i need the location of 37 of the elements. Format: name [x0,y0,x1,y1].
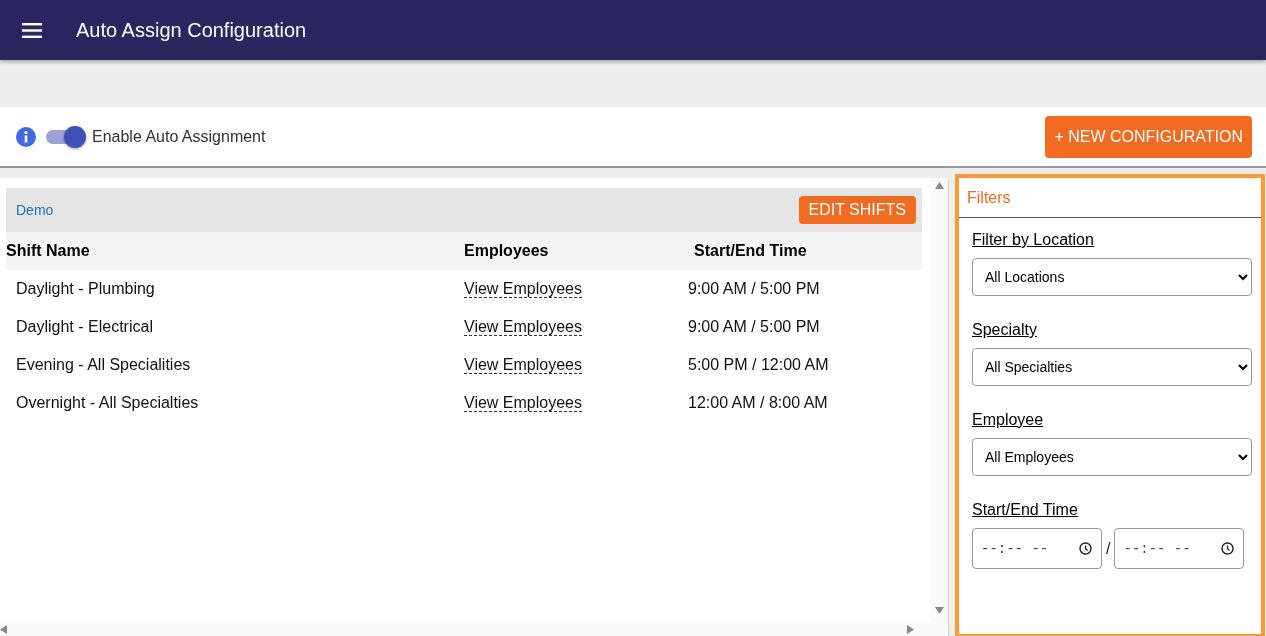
clock-icon[interactable] [1221,542,1235,555]
configuration-name: Demo [16,200,54,220]
scroll-down-icon[interactable] [934,607,944,614]
page-title: Auto Assign Configuration [76,18,307,42]
table-cell-text: 9:00 AM / 5:00 PM [688,279,820,299]
column-header: Employees [464,241,550,261]
filters-title: Filters [967,187,1011,208]
filter-dropdown[interactable]: All Locations [972,258,1252,296]
clock-icon[interactable] [1079,542,1092,555]
table-cell: Evening - All Specialities [16,356,191,373]
scroll-up-icon[interactable] [934,182,944,189]
filter-label: Start/End Time [972,500,1078,520]
view-employees-link[interactable]: View Employees [464,280,582,298]
scroll-right-icon[interactable] [907,624,914,634]
scroll-left-icon[interactable] [0,624,7,634]
toggle-label: Enable Auto Assignment [92,126,266,147]
table-cell: Daylight - Plumbing [16,280,155,297]
view-employees-link[interactable]: View Employees [464,318,582,336]
filter-label: Specialty [972,320,1037,340]
table-cell-text: 5:00 PM / 12:00 AM [688,355,829,375]
view-employees-link[interactable]: View Employees [464,356,582,374]
time-separator: / [1106,538,1111,559]
table-cell: Daylight - Electrical [16,318,153,335]
start-time-field[interactable]: --:-- -- [972,528,1102,569]
column-header: Start/End Time [693,241,807,261]
table-cell-text: 12:00 AM / 8:00 AM [688,393,828,413]
filter-dropdown[interactable]: All Employees [972,438,1252,476]
info-icon[interactable] [16,126,36,147]
table-cell: Overnight - All Specialties [16,394,199,411]
table-cell-text: 9:00 AM / 5:00 PM [688,317,820,337]
menu-icon[interactable] [22,22,42,38]
view-employees-link[interactable]: View Employees [464,394,582,412]
filter-label: Filter by Location [972,230,1094,250]
end-time-field[interactable]: --:-- -- [1114,528,1245,569]
filter-dropdown[interactable]: All Specialties [972,348,1252,386]
filter-label: Employee [972,410,1044,430]
column-header: Shift Name [6,241,91,261]
